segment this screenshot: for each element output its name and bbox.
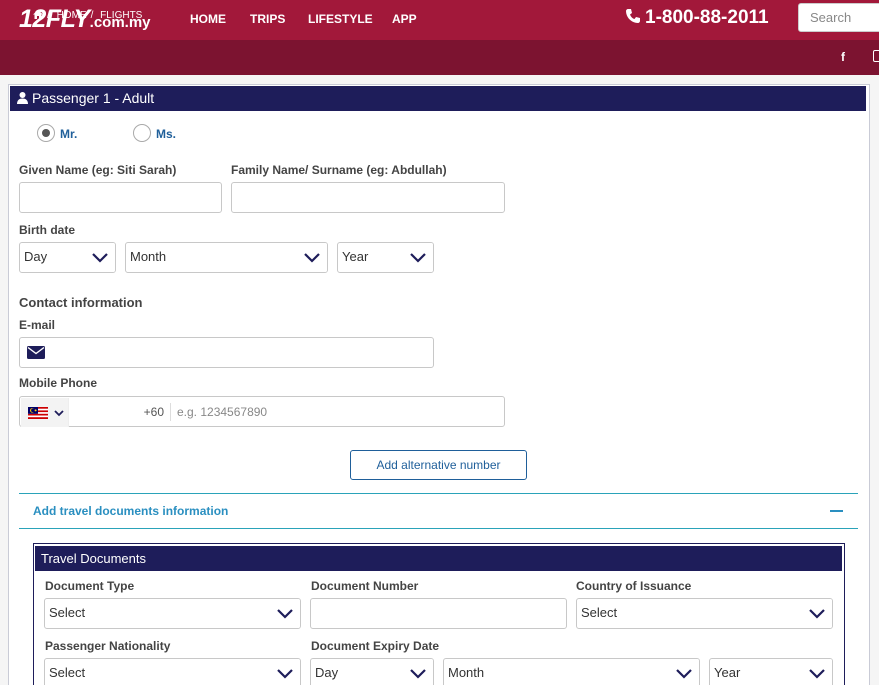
- nav-lifestyle[interactable]: LIFESTYLE: [308, 12, 373, 26]
- facebook-icon[interactable]: f: [841, 50, 845, 64]
- radio-mr[interactable]: [37, 124, 55, 142]
- document-type-select[interactable]: Select: [44, 598, 301, 629]
- instagram-icon[interactable]: [873, 50, 879, 62]
- chevron-down-icon: [402, 659, 433, 685]
- breadcrumb-bar: [0, 40, 879, 75]
- birth-month-select[interactable]: Month: [125, 242, 328, 273]
- expiry-year-value: Year: [714, 665, 741, 680]
- chevron-down-icon: [269, 659, 300, 685]
- breadcrumb-flights[interactable]: FLIGHTS: [100, 10, 142, 21]
- dial-code: +60: [143, 405, 164, 419]
- given-name-input[interactable]: [19, 182, 222, 213]
- divider: [19, 493, 858, 494]
- radio-ms-label[interactable]: Ms.: [156, 127, 176, 141]
- document-type-label: Document Type: [45, 579, 135, 593]
- birth-day-select[interactable]: Day: [19, 242, 116, 273]
- add-alternative-number-button[interactable]: Add alternative number: [350, 450, 527, 480]
- document-number-label: Document Number: [311, 579, 419, 593]
- mobile-phone-field[interactable]: +60 e.g. 1234567890: [19, 396, 505, 427]
- chevron-down-icon: [801, 599, 832, 628]
- nav-trips[interactable]: TRIPS: [250, 12, 285, 26]
- passenger-title: Passenger 1 - Adult: [32, 90, 155, 106]
- chevron-down-icon: [801, 659, 832, 685]
- passenger-header: Passenger 1 - Adult: [10, 86, 866, 111]
- document-type-value: Select: [49, 605, 86, 620]
- breadcrumb-separator: /: [47, 10, 50, 21]
- email-field[interactable]: [19, 337, 434, 368]
- birth-year-select[interactable]: Year: [337, 242, 434, 273]
- country-issuance-label: Country of Issuance: [576, 579, 692, 593]
- user-icon: [17, 92, 28, 104]
- breadcrumb-separator: /: [90, 10, 94, 21]
- expiry-day-select[interactable]: Day: [310, 658, 434, 685]
- family-name-input[interactable]: [231, 182, 505, 213]
- hotline-phone[interactable]: 1-800-88-2011: [625, 7, 769, 29]
- nationality-label: Passenger Nationality: [45, 639, 171, 653]
- country-issuance-select[interactable]: Select: [576, 598, 833, 629]
- country-code-dropdown[interactable]: [21, 398, 69, 427]
- document-number-input[interactable]: [310, 598, 567, 629]
- radio-mr-label[interactable]: Mr.: [60, 127, 77, 141]
- travel-documents-title: Travel Documents: [35, 546, 842, 571]
- expiry-month-value: Month: [448, 665, 485, 680]
- malaysia-flag-icon: [28, 407, 48, 419]
- chevron-down-icon: [54, 410, 64, 417]
- chevron-down-icon: [269, 599, 300, 628]
- home-icon[interactable]: [33, 10, 43, 19]
- travel-documents-toggle[interactable]: Add travel documents information: [33, 504, 228, 518]
- expiry-month-select[interactable]: Month: [443, 658, 700, 685]
- chevron-down-icon: [296, 243, 327, 272]
- breadcrumb-home[interactable]: HOME: [57, 10, 87, 21]
- envelope-icon: [27, 346, 45, 359]
- chevron-down-icon: [668, 659, 699, 685]
- chevron-down-icon: [84, 243, 115, 272]
- divider: [19, 528, 858, 529]
- nav-app[interactable]: APP: [392, 12, 417, 26]
- family-name-label: Family Name/ Surname (eg: Abdullah): [231, 163, 447, 177]
- birth-year-value: Year: [342, 249, 369, 264]
- phone-icon: [626, 9, 640, 23]
- birth-date-label: Birth date: [19, 223, 76, 237]
- birth-day-value: Day: [24, 249, 48, 264]
- nationality-value: Select: [49, 665, 86, 680]
- email-label: E-mail: [19, 318, 56, 332]
- breadcrumb: / HOME / FLIGHTS: [33, 10, 146, 21]
- country-issuance-value: Select: [581, 605, 618, 620]
- expiry-year-select[interactable]: Year: [709, 658, 833, 685]
- divider: [170, 403, 171, 421]
- birth-month-value: Month: [130, 249, 167, 264]
- given-name-label: Given Name (eg: Siti Sarah): [19, 163, 177, 177]
- mobile-label: Mobile Phone: [19, 376, 97, 390]
- expiry-day-value: Day: [315, 665, 339, 680]
- phone-number-input[interactable]: e.g. 1234567890: [177, 405, 267, 419]
- expiry-date-label: Document Expiry Date: [311, 639, 440, 653]
- contact-info-title: Contact information: [19, 295, 143, 310]
- radio-ms[interactable]: [133, 124, 151, 142]
- nationality-select[interactable]: Select: [44, 658, 301, 685]
- chevron-down-icon: [402, 243, 433, 272]
- minus-icon[interactable]: [830, 510, 843, 512]
- search-input[interactable]: Search: [798, 3, 879, 32]
- phone-number: 1-800-88-2011: [645, 7, 769, 28]
- nav-home[interactable]: HOME: [190, 12, 226, 26]
